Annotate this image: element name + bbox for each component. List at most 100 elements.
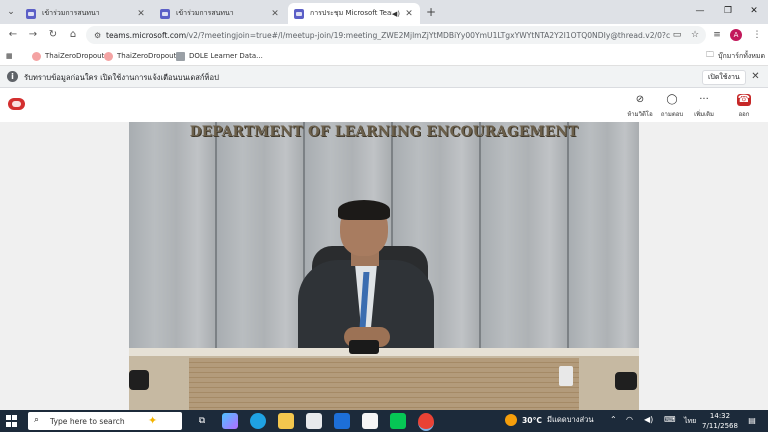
reading-list-icon[interactable]: ≡ <box>710 28 724 42</box>
qa-icon: ◯ <box>666 94 678 105</box>
line-icon[interactable] <box>390 413 406 429</box>
taskbar-search-box[interactable]: ⌕ Type here to search ✦ <box>28 412 182 430</box>
notification-icon[interactable]: ▤ <box>746 415 758 427</box>
video-off-button[interactable]: ⊘ ห้ามวิดีโอ <box>624 94 656 119</box>
notification-infobar: i รับทราบข้อมูลก่อนใคร เปิดใช้งานการแจ้ง… <box>0 66 768 88</box>
network-icon[interactable]: ◠ <box>626 415 633 424</box>
live-indicator-icon <box>8 98 25 110</box>
more-button[interactable]: ··· เพิ่มเติม <box>688 94 720 119</box>
microphone-left <box>129 370 149 390</box>
minimize-button[interactable]: — <box>690 4 710 18</box>
folder-label: บุ๊กมาร์กทั้งหมด <box>718 51 766 60</box>
clock[interactable]: 14:32 7/11/2568 <box>700 411 740 431</box>
close-tab-icon[interactable]: ✕ <box>404 9 414 19</box>
avatar[interactable]: A <box>730 29 742 41</box>
bookmark-item[interactable]: DOLE Learner Data... <box>176 50 263 62</box>
wall-panel <box>481 122 567 362</box>
enable-notifications-button[interactable]: เปิดใช้งาน <box>702 70 746 85</box>
wall-sign-text: DEPARTMENT OF LEARNING ENCOURAGEMENT <box>189 124 579 140</box>
arrow-right-icon[interactable]: → <box>26 28 40 42</box>
leave-icon: ☎ <box>737 94 751 106</box>
wall-panel <box>217 122 303 362</box>
infobar-message: รับทราบข้อมูลก่อนใคร เปิดใช้งานการแจ้งเต… <box>24 73 219 82</box>
task-view-icon[interactable]: ⧉ <box>194 413 210 429</box>
browser-toolbar: ← → ↻ ⌂ ⚙ teams.microsoft.com/v2/?meetin… <box>0 24 768 46</box>
cast-icon[interactable]: ▭ <box>670 30 684 40</box>
microphone-right <box>615 372 637 390</box>
desk-front-panel <box>189 358 579 410</box>
new-tab-button[interactable]: + <box>424 5 438 19</box>
teams-icon <box>26 8 36 19</box>
meeting-toolbar: ⊘ ห้ามวิดีโอ ◯ ถามตอบ ··· เพิ่มเติม ☎ ออ… <box>0 88 768 122</box>
close-tab-icon[interactable]: ✕ <box>270 9 280 19</box>
browser-tab-1[interactable]: เข้าร่วมการสนทนา ✕ <box>20 3 152 24</box>
restore-button[interactable]: ❐ <box>718 4 738 18</box>
tab-title: การประชุม Microsoft Teams | <box>310 9 392 17</box>
info-icon: i <box>7 71 18 82</box>
teams-icon <box>294 8 304 19</box>
weather-temp: 30°C <box>522 415 542 425</box>
close-icon[interactable]: ✕ <box>749 70 762 83</box>
edge-icon[interactable] <box>250 413 266 429</box>
control-label: เพิ่มเติม <box>694 111 714 118</box>
meeting-stage: DEPARTMENT OF LEARNING ENCOURAGEMENT <box>0 122 768 410</box>
desk-microphone <box>349 340 379 354</box>
speaker-icon[interactable]: ◀) <box>392 10 400 18</box>
star-icon[interactable]: ☆ <box>688 30 702 40</box>
bookmark-label: ThaiZeroDropout <box>45 52 105 60</box>
more-icon: ··· <box>699 94 709 105</box>
leave-button[interactable]: ☎ ออก <box>728 94 760 119</box>
url-text[interactable]: teams.microsoft.com/v2/?meetingjoin=true… <box>106 31 670 40</box>
reload-icon[interactable]: ↻ <box>46 28 60 42</box>
tab-title: เข้าร่วมการสนทนา <box>42 9 100 17</box>
url-domain: teams.microsoft.com <box>106 30 187 40</box>
file-explorer-icon[interactable] <box>278 413 294 429</box>
notepad-icon[interactable] <box>362 413 378 429</box>
sun-icon <box>505 414 517 426</box>
video-feed: DEPARTMENT OF LEARNING ENCOURAGEMENT <box>129 122 639 410</box>
close-window-button[interactable]: ✕ <box>744 4 764 18</box>
chevron-up-icon[interactable]: ⌃ <box>610 415 617 424</box>
bookmark-item[interactable]: ThaiZeroDropout <box>32 50 104 62</box>
bookmark-label: ThaiZeroDropout <box>117 52 177 60</box>
site-info-icon[interactable]: ⚙ <box>94 31 106 40</box>
qa-button[interactable]: ◯ ถามตอบ <box>656 94 688 119</box>
wall-panel <box>129 122 215 362</box>
weather-text: มีแดดบางส่วน <box>546 415 594 424</box>
tab-search-icon[interactable]: ⌄ <box>4 5 18 19</box>
copilot-icon[interactable] <box>222 413 238 429</box>
keyboard-icon[interactable]: ⌨ <box>664 415 676 424</box>
search-highlight-icon: ✦ <box>148 414 158 427</box>
search-icon: ⌕ <box>34 415 40 425</box>
video-off-icon: ⊘ <box>635 94 645 105</box>
close-tab-icon[interactable]: ✕ <box>136 9 146 19</box>
kebab-icon[interactable]: ⋮ <box>750 28 764 42</box>
store-icon[interactable] <box>306 413 322 429</box>
volume-icon[interactable]: ◀) <box>644 415 653 424</box>
control-label: ออก <box>738 111 750 118</box>
bookmark-favicon <box>176 51 185 61</box>
bookmarks-bar: ▦ ThaiZeroDropout ThaiZeroDropout DOLE L… <box>0 46 768 66</box>
weather-widget[interactable]: 30°C มีแดดบางส่วน <box>505 414 594 426</box>
control-label: ห้ามวิดีโอ <box>627 111 653 118</box>
all-bookmarks-folder[interactable]: 🗀 บุ๊กมาร์กทั้งหมด <box>706 50 765 62</box>
clock-time: 14:32 <box>709 412 731 420</box>
bookmark-item[interactable]: ThaiZeroDropout <box>104 50 176 62</box>
tab-title: เข้าร่วมการสนทนา <box>176 9 234 17</box>
address-bar[interactable]: ⚙ teams.microsoft.com/v2/?meetingjoin=tr… <box>86 26 706 44</box>
outlook-icon[interactable] <box>334 413 350 429</box>
home-icon[interactable]: ⌂ <box>66 28 80 42</box>
arrow-left-icon[interactable]: ← <box>6 28 20 42</box>
url-path: /v2/?meetingjoin=true#/l/meetup-join/19:… <box>186 30 670 40</box>
windows-start-icon[interactable] <box>6 415 18 427</box>
speaker-hair <box>338 200 390 220</box>
language-indicator[interactable]: ไทย <box>684 416 696 427</box>
folder-icon: 🗀 <box>706 50 714 59</box>
apps-grid-icon[interactable]: ▦ <box>6 50 13 62</box>
browser-tab-3[interactable]: การประชุม Microsoft Teams | ◀) ✕ <box>288 3 420 24</box>
browser-tab-bar: ⌄ เข้าร่วมการสนทนา ✕ เข้าร่วมการสนทนา ✕ … <box>0 0 768 24</box>
windows-taskbar: ⌕ Type here to search ✦ ⧉ 30°C มีแดดบางส… <box>0 410 768 432</box>
chrome-icon[interactable] <box>418 413 434 431</box>
browser-tab-2[interactable]: เข้าร่วมการสนทนา ✕ <box>154 3 286 24</box>
bookmark-label: DOLE Learner Data... <box>189 52 263 60</box>
